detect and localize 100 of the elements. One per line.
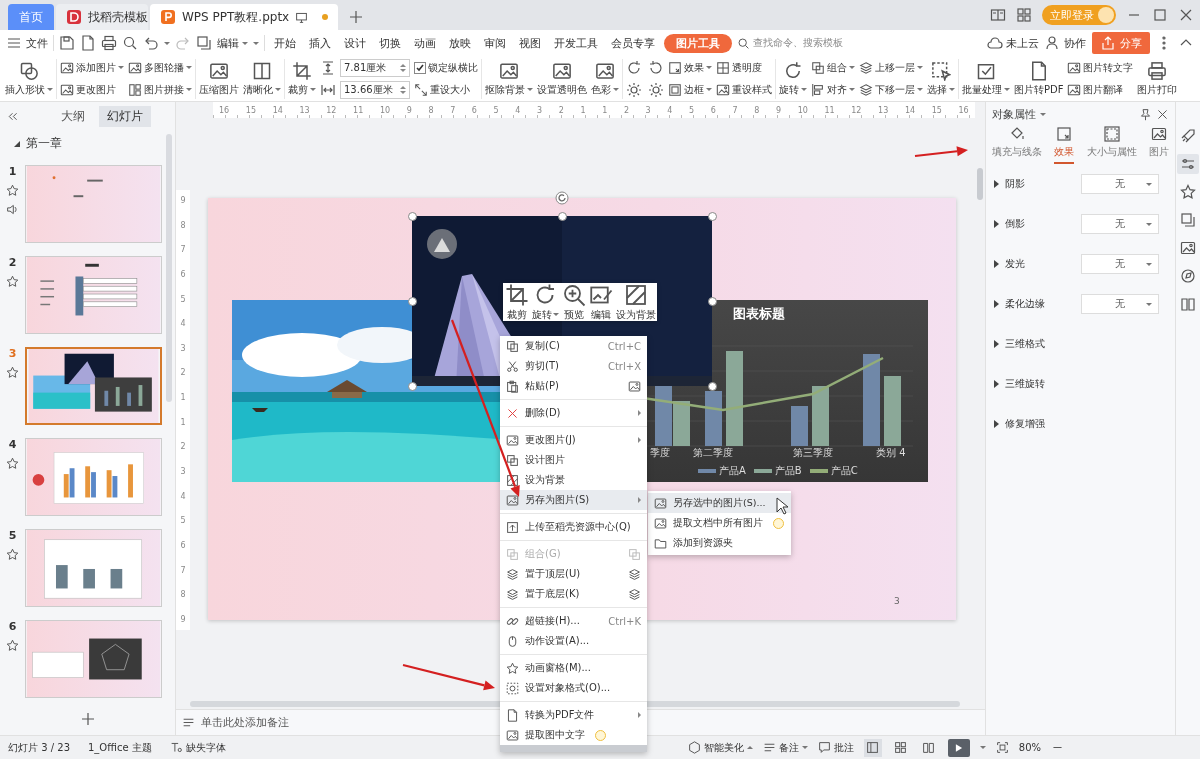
menu-item[interactable]: 另存为图片(S) xyxy=(500,490,647,510)
expand-triangle-icon[interactable] xyxy=(14,140,20,147)
brightness-icon[interactable] xyxy=(626,81,642,98)
ribbon-button[interactable]: 选择 xyxy=(927,60,955,97)
ribbon-button[interactable]: 色彩 xyxy=(591,60,619,97)
dropdown[interactable]: 无 xyxy=(1081,254,1159,274)
expand-triangle-icon[interactable] xyxy=(994,300,999,308)
resize-handle[interactable] xyxy=(407,211,417,221)
caret-icon[interactable] xyxy=(917,66,923,69)
ribbon-tab[interactable]: 开发工具 xyxy=(550,33,602,53)
search-icon[interactable] xyxy=(122,35,138,51)
panel-tab[interactable]: 图片 xyxy=(1149,126,1169,164)
fit-screen-icon[interactable] xyxy=(995,741,1009,754)
caret-icon[interactable] xyxy=(801,88,807,91)
size-field[interactable]: 13.66厘米 xyxy=(340,80,410,99)
view-button[interactable] xyxy=(863,738,882,757)
document-icon[interactable] xyxy=(80,35,96,51)
ribbon-button[interactable]: 压缩图片 xyxy=(199,60,239,97)
undo-icon[interactable] xyxy=(143,35,159,51)
menu-item[interactable]: 设置对象格式(O)... xyxy=(500,678,647,698)
ribbon-button[interactable]: 图片拼接 xyxy=(128,81,192,98)
caret-icon[interactable] xyxy=(801,746,808,749)
ribbon-button[interactable]: 更改图片 xyxy=(60,81,124,98)
panel-tab[interactable]: 效果 xyxy=(1054,126,1075,164)
expand-triangle-icon[interactable] xyxy=(994,380,999,388)
caret-icon[interactable] xyxy=(706,66,712,69)
menu-item[interactable]: 提取图中文字 xyxy=(500,725,647,745)
ribbon-button[interactable]: 裁剪 xyxy=(288,60,316,97)
dropdown[interactable]: 无 xyxy=(1081,174,1159,194)
frames-icon[interactable] xyxy=(196,35,212,51)
ribbon-button[interactable]: 图片转PDF xyxy=(1014,60,1064,97)
document-tab[interactable]: WPS PPT教程.pptx xyxy=(150,4,339,30)
printer-icon[interactable] xyxy=(101,35,117,51)
play-button[interactable] xyxy=(947,738,970,757)
section-label[interactable]: 倒影 xyxy=(1005,217,1025,231)
toolbar-button[interactable]: 裁剪 xyxy=(504,282,529,322)
caret-icon[interactable] xyxy=(552,313,559,316)
ribbon-tab[interactable]: 会员专享 xyxy=(607,33,659,53)
menu-item[interactable]: 设为背景 xyxy=(500,470,647,490)
menu-item[interactable]: 置于底层(K) xyxy=(500,584,647,604)
section-label[interactable]: 柔化边缘 xyxy=(1005,297,1045,311)
ribbon-button[interactable]: 插入形状 xyxy=(5,60,53,97)
ribbon-button[interactable]: 抠除背景 xyxy=(485,60,533,97)
plus-icon[interactable] xyxy=(348,9,365,25)
menu-item[interactable]: 复制(C) Ctrl+C xyxy=(500,336,647,356)
section-label[interactable]: 三维旋转 xyxy=(1005,377,1045,391)
resize-handle[interactable] xyxy=(707,381,717,391)
notes-hint[interactable]: 单击此处添加备注 xyxy=(201,715,289,730)
rail-button[interactable] xyxy=(1177,154,1199,174)
menu-item[interactable]: 添加到资源夹 xyxy=(648,533,791,553)
missing-font-button[interactable]: 缺失字体 xyxy=(169,740,226,755)
checkbox-label[interactable]: 锁定纵横比 xyxy=(428,60,478,75)
section-label[interactable]: 三维格式 xyxy=(1005,337,1045,351)
pin-icon[interactable] xyxy=(1139,107,1152,121)
slide-thumbnail[interactable] xyxy=(25,438,162,516)
toolbar-button[interactable]: 预览 xyxy=(561,282,586,322)
section-label[interactable]: 阴影 xyxy=(1005,177,1025,191)
caret-icon[interactable] xyxy=(1040,112,1046,116)
ribbon-tab[interactable]: 放映 xyxy=(445,33,475,53)
section-label[interactable]: 修复增强 xyxy=(1005,417,1045,431)
close-icon[interactable] xyxy=(1178,7,1194,23)
ribbon-button[interactable]: 图片打印 xyxy=(1137,60,1178,97)
ribbon-button[interactable]: 图片转文字 xyxy=(1067,59,1134,76)
caret-icon[interactable] xyxy=(706,88,712,91)
ribbon-button[interactable]: 组合 xyxy=(811,59,855,76)
edit-menu[interactable]: 编辑 xyxy=(217,35,248,51)
menu-item[interactable]: 置于顶层(U) xyxy=(500,564,647,584)
ribbon-button[interactable]: 添加图片 xyxy=(60,59,124,76)
slide-thumbnail[interactable] xyxy=(25,529,162,607)
resize-handle[interactable] xyxy=(407,296,417,306)
slide-thumbnail[interactable] xyxy=(25,165,162,243)
dropdown[interactable]: 无 xyxy=(1081,294,1159,314)
ribbon-tab[interactable]: 审阅 xyxy=(480,33,510,53)
ribbon-button[interactable]: 边框 xyxy=(668,81,712,98)
slide-thumbnail[interactable] xyxy=(25,256,162,334)
caret-icon[interactable] xyxy=(47,88,53,91)
ribbon-tab[interactable]: 开始 xyxy=(270,33,300,53)
collaborate-button[interactable]: 协作 xyxy=(1045,35,1086,51)
caret-icon[interactable] xyxy=(164,41,170,45)
rotate-icon[interactable] xyxy=(626,59,642,76)
expand-triangle-icon[interactable] xyxy=(994,340,999,348)
caret-icon[interactable] xyxy=(746,746,753,749)
caret-icon[interactable] xyxy=(275,88,281,91)
resize-handle[interactable] xyxy=(707,211,717,221)
ribbon-tab[interactable]: 插入 xyxy=(305,33,335,53)
menu-item[interactable]: 另存选中的图片(S)... xyxy=(648,493,791,513)
caret-icon[interactable] xyxy=(310,88,316,91)
panel-tab[interactable]: 幻灯片 xyxy=(99,105,151,127)
expand-triangle-icon[interactable] xyxy=(994,420,999,428)
rotate-icon[interactable] xyxy=(648,59,664,76)
menu-item[interactable]: 删除(D) xyxy=(500,403,647,423)
caret-icon[interactable] xyxy=(186,66,192,69)
panel-tab[interactable]: 大小与属性 xyxy=(1086,126,1137,164)
resize-handle[interactable] xyxy=(707,296,717,306)
rotate-handle[interactable] xyxy=(555,191,569,205)
menu-item[interactable]: 设计图片 xyxy=(500,450,647,470)
ribbon-button[interactable]: 上移一层 xyxy=(859,59,923,76)
ribbon-button[interactable]: 对齐 xyxy=(811,81,855,98)
beautify-button[interactable]: 智能美化 xyxy=(687,740,753,755)
plus-icon[interactable] xyxy=(79,711,96,727)
